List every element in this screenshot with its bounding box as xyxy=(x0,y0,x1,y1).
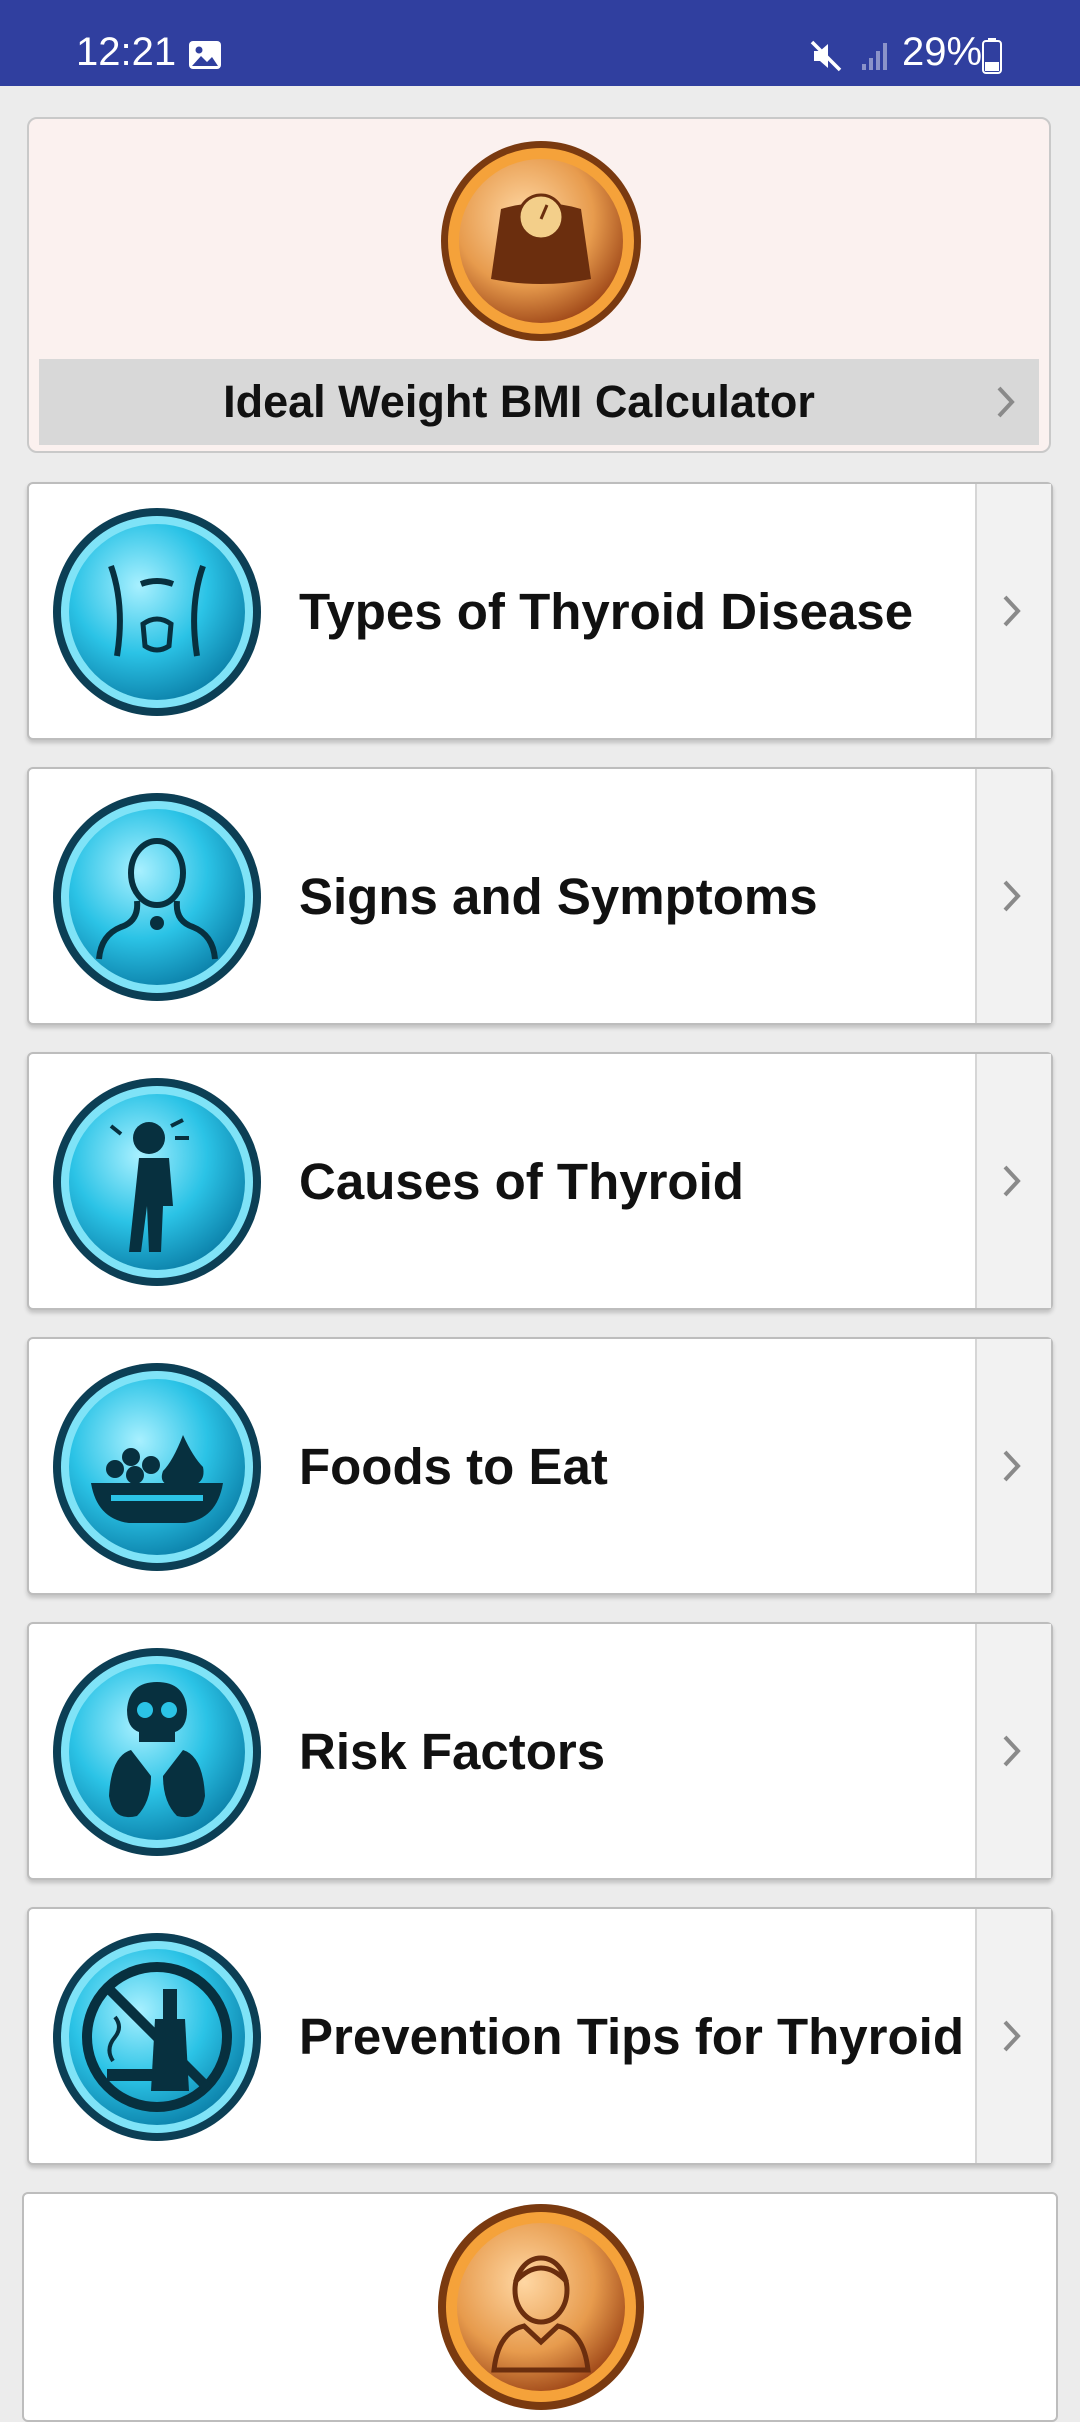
menu-item-label: Prevention Tips for Thyroid xyxy=(299,2007,964,2065)
gallery-icon xyxy=(189,41,221,69)
chevron-right-icon xyxy=(1003,880,1021,912)
menu-item-types-of-thyroid-disease[interactable]: Types of Thyroid Disease xyxy=(27,482,1053,740)
bmi-calculator-label: Ideal Weight BMI Calculator xyxy=(223,376,815,427)
skull-thyroid-icon xyxy=(53,1648,261,1856)
scale-icon xyxy=(441,141,641,341)
chevron-right-icon xyxy=(1003,595,1021,627)
status-bar: 12:21 29% xyxy=(0,0,1080,86)
chevron-right-icon xyxy=(1003,1165,1021,1197)
chevron-right-icon xyxy=(997,386,1015,418)
menu-item-prevention-tips[interactable]: Prevention Tips for Thyroid xyxy=(27,1907,1053,2165)
menu-item-signs-and-symptoms[interactable]: Signs and Symptoms xyxy=(27,767,1053,1025)
chevron-column xyxy=(975,1624,1051,1878)
fruit-bowl-icon xyxy=(53,1363,261,1571)
chevron-right-icon xyxy=(1003,1450,1021,1482)
mute-icon xyxy=(810,40,842,72)
doctor-icon xyxy=(438,2204,644,2410)
chevron-column xyxy=(975,769,1051,1023)
chevron-column xyxy=(975,1909,1051,2163)
menu-item-label: Types of Thyroid Disease xyxy=(299,582,914,640)
menu-item-label: Causes of Thyroid xyxy=(299,1152,744,1210)
menu-item-label: Signs and Symptoms xyxy=(299,867,818,925)
chevron-column xyxy=(975,484,1051,738)
no-smoking-drinking-icon xyxy=(53,1933,261,2141)
person-throat-icon xyxy=(53,793,261,1001)
battery-icon xyxy=(982,38,1002,74)
sick-person-icon xyxy=(53,1078,261,1286)
chevron-right-icon xyxy=(1003,2020,1021,2052)
neck-thyroid-icon xyxy=(53,508,261,716)
doctor-card[interactable] xyxy=(22,2192,1058,2422)
status-time: 12:21 xyxy=(76,30,177,74)
bmi-calculator-bar[interactable]: Ideal Weight BMI Calculator xyxy=(39,359,1039,445)
menu-item-label: Risk Factors xyxy=(299,1722,606,1780)
menu-item-risk-factors[interactable]: Risk Factors xyxy=(27,1622,1053,1880)
signal-icon xyxy=(862,43,887,70)
menu-item-causes-of-thyroid[interactable]: Causes of Thyroid xyxy=(27,1052,1053,1310)
menu-item-foods-to-eat[interactable]: Foods to Eat xyxy=(27,1337,1053,1595)
chevron-column xyxy=(975,1054,1051,1308)
battery-percent: 29% xyxy=(902,30,983,74)
bmi-calculator-card[interactable]: Ideal Weight BMI Calculator xyxy=(27,117,1051,453)
menu-item-label: Foods to Eat xyxy=(299,1437,608,1495)
chevron-column xyxy=(975,1339,1051,1593)
chevron-right-icon xyxy=(1003,1735,1021,1767)
